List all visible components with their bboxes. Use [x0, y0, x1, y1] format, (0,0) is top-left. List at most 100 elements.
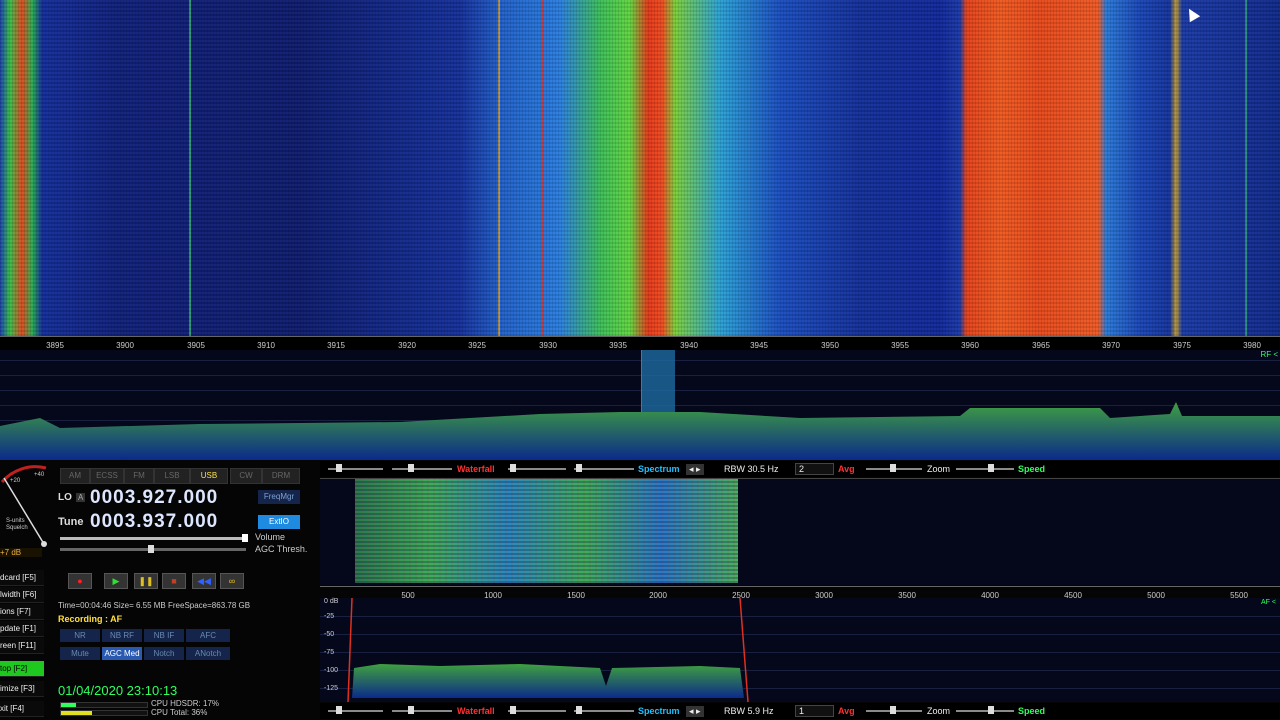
- cpu-total: CPU Total: 36%: [151, 708, 208, 717]
- lo-label: LO: [58, 492, 72, 503]
- scale-tick: 3955: [891, 341, 909, 350]
- main-spectrum[interactable]: RF <: [0, 350, 1280, 460]
- mode-ecss[interactable]: ECSS: [90, 468, 124, 484]
- tune-label: Tune: [58, 516, 84, 528]
- sidebar-exit[interactable]: xit [F4]: [0, 701, 44, 717]
- scale-tick: 3915: [327, 341, 345, 350]
- speed-label: Speed: [1018, 464, 1046, 474]
- agc-thresh-label: AGC Thresh.: [255, 544, 308, 554]
- mode-usb[interactable]: USB: [190, 468, 228, 484]
- af-spectrum-trace: [347, 598, 749, 702]
- tune-frequency[interactable]: 0003.937.000: [90, 511, 218, 533]
- notch-button[interactable]: Notch: [144, 647, 184, 660]
- nr-button[interactable]: NR: [60, 629, 100, 642]
- sidebar-bandwidth[interactable]: lwidth [F6]: [0, 587, 44, 603]
- scale-tick: 3940: [680, 341, 698, 350]
- sidebar-update[interactable]: pdate [F1]: [0, 621, 44, 637]
- s-meter: +20 +40 S-units Squelch +7 dB: [0, 462, 54, 557]
- scale-tick: 3965: [1032, 341, 1050, 350]
- spectrum-trace: [0, 402, 1280, 460]
- sidebar-stop[interactable]: top [F2]: [0, 661, 44, 677]
- main-waterfall[interactable]: [0, 0, 1280, 336]
- freqmgr-button[interactable]: FreqMgr: [258, 490, 300, 504]
- af-toolbar-top: Waterfall Spectrum ◂ ▸ RBW 30.5 Hz 2 Avg…: [320, 461, 1280, 477]
- sidebar-minimize[interactable]: imize [F3]: [0, 681, 44, 697]
- af-toolbar-bottom: Waterfall Spectrum ◂ ▸ RBW 5.9 Hz 1 Avg …: [320, 703, 1280, 719]
- scale-tick: 3930: [539, 341, 557, 350]
- sidebar-soundcard[interactable]: dcard [F5]: [0, 570, 44, 586]
- afc-button[interactable]: AFC: [186, 629, 230, 642]
- squelch-db: +7 dB: [0, 548, 42, 557]
- scale-tick: 3960: [961, 341, 979, 350]
- frequency-scale: 3895 3900 3905 3910 3915 3920 3925 3930 …: [0, 336, 1280, 351]
- scale-tick: 3945: [750, 341, 768, 350]
- zoom-label: Zoom: [927, 706, 951, 716]
- lo-bank[interactable]: A: [76, 493, 86, 502]
- zoom-label: Zoom: [927, 464, 951, 474]
- volume-label: Volume: [255, 532, 286, 542]
- scale-tick: 3910: [257, 341, 275, 350]
- zoom-slider[interactable]: [890, 464, 896, 472]
- mode-lsb[interactable]: LSB: [154, 468, 190, 484]
- scale-tick: 3975: [1173, 341, 1191, 350]
- record-button[interactable]: ●: [68, 573, 92, 589]
- lo-frequency[interactable]: 0003.927.000: [90, 487, 218, 509]
- avg-select[interactable]: 1: [795, 705, 834, 717]
- slider-knob[interactable]: [576, 706, 582, 714]
- rbw-label: RBW 5.9 Hz: [724, 706, 774, 716]
- mode-cw[interactable]: CW: [230, 468, 262, 484]
- slider-knob[interactable]: [408, 706, 414, 714]
- mode-fm[interactable]: FM: [124, 468, 154, 484]
- scale-tick: 3920: [398, 341, 416, 350]
- mode-am[interactable]: AM: [60, 468, 90, 484]
- scale-tick: 3970: [1102, 341, 1120, 350]
- loop-button[interactable]: ∞: [220, 573, 244, 589]
- waterfall-label: Waterfall: [457, 464, 495, 474]
- sidebar-fullscreen[interactable]: reen [F11]: [0, 638, 44, 654]
- pause-button[interactable]: ❚❚: [134, 573, 158, 589]
- extio-button[interactable]: ExtIO: [258, 515, 300, 529]
- stop-button[interactable]: ■: [162, 573, 186, 589]
- slider-knob[interactable]: [576, 464, 582, 472]
- avg-label: Avg: [838, 464, 855, 474]
- recording-status: Recording : AF: [58, 614, 123, 624]
- af-spectrum[interactable]: 0 dB -25 -50 -75 -100 -125 AF <: [320, 598, 1280, 702]
- slider-knob[interactable]: [336, 706, 342, 714]
- play-button[interactable]: ▶: [104, 573, 128, 589]
- rbw-label: RBW 30.5 Hz: [724, 464, 779, 474]
- spectrum-label: Spectrum: [638, 706, 680, 716]
- rbw-arrows[interactable]: ◂ ▸: [686, 705, 704, 717]
- avg-label: Avg: [838, 706, 855, 716]
- scale-tick: 3895: [46, 341, 64, 350]
- recorder-info: Time=00:04:46 Size= 6.55 MB FreeSpace=86…: [58, 601, 251, 610]
- zoom-slider[interactable]: [890, 706, 896, 714]
- slider-knob[interactable]: [510, 706, 516, 714]
- carrier-line: [189, 0, 191, 336]
- speed-slider[interactable]: [988, 464, 994, 472]
- avg-select[interactable]: 2: [795, 463, 834, 475]
- speed-label: Speed: [1018, 706, 1046, 716]
- rbw-arrows[interactable]: ◂ ▸: [686, 463, 704, 475]
- sidebar-options[interactable]: ions [F7]: [0, 604, 44, 620]
- agc-med-button[interactable]: AGC Med: [102, 647, 142, 660]
- anotch-button[interactable]: ANotch: [186, 647, 230, 660]
- slider-knob[interactable]: [510, 464, 516, 472]
- volume-slider[interactable]: [60, 537, 246, 540]
- cpu-total-bar: [60, 710, 148, 716]
- waterfall-label: Waterfall: [457, 706, 495, 716]
- scale-tick: 3980: [1243, 341, 1261, 350]
- speed-slider[interactable]: [988, 706, 994, 714]
- agc-thresh-knob[interactable]: [148, 545, 154, 553]
- nb-rf-button[interactable]: NB RF: [102, 629, 142, 642]
- af-waterfall[interactable]: [320, 478, 1280, 585]
- spectrum-label: Spectrum: [638, 464, 680, 474]
- slider-knob[interactable]: [336, 464, 342, 472]
- rewind-button[interactable]: ◀◀: [192, 573, 216, 589]
- scale-tick: 3900: [116, 341, 134, 350]
- mode-drm[interactable]: DRM: [262, 468, 300, 484]
- nb-if-button[interactable]: NB IF: [144, 629, 184, 642]
- slider-knob[interactable]: [408, 464, 414, 472]
- cpu-hdsdr-bar: [60, 702, 148, 708]
- mute-button[interactable]: Mute: [60, 647, 100, 660]
- volume-slider-knob[interactable]: [242, 534, 248, 542]
